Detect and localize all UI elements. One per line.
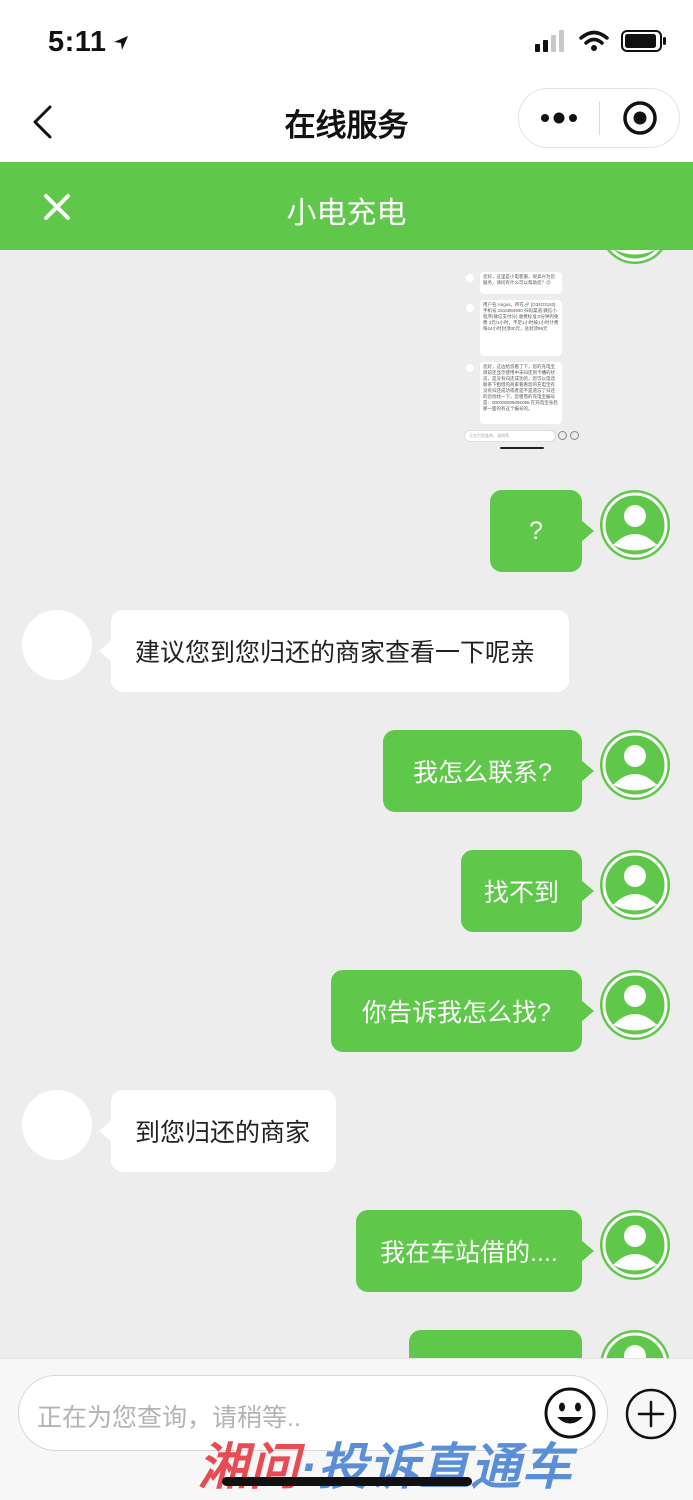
message-bubble-user[interactable]: 你告诉我怎么找? (331, 970, 594, 1052)
thumb-avatar (466, 304, 474, 312)
battery-icon (621, 30, 666, 52)
target-icon (622, 101, 657, 135)
thumb-greeting: 您好，这里是小电客服，很高兴为您服务，请问有什么可以帮助您？😊 (480, 272, 562, 294)
user-icon (602, 1212, 668, 1278)
wifi-icon (579, 30, 609, 51)
message-bubble-user[interactable]: ? (490, 490, 594, 572)
message-bubble-user[interactable] (409, 1330, 582, 1358)
image-message-screenshot[interactable]: 您好，这里是小电客服，很高兴为您服务，请问有什么可以帮助您？😊 用户名:Angu… (462, 250, 584, 454)
thumb-user-info: 用户名:Angus。所在🔗 [O34O3163] 手机号:1516884900 … (480, 300, 562, 356)
user-avatar (600, 1210, 670, 1280)
message-bubble-user[interactable]: 找不到 (461, 850, 594, 932)
chat-header: 小电充电 (0, 162, 693, 250)
chat-header-title: 小电充电 (286, 197, 407, 230)
user-icon (602, 492, 668, 558)
user-icon (602, 852, 668, 918)
thumb-home-indicator (500, 447, 544, 449)
more-dots-icon (541, 112, 577, 124)
user-avatar (600, 1330, 670, 1358)
user-avatar (600, 730, 670, 800)
status-time-text: 5:11 (48, 26, 107, 58)
status-bar: 5:11 (0, 0, 693, 82)
agent-avatar (22, 610, 92, 680)
watermark-part-b: ·投诉直通车 (300, 1439, 573, 1495)
chat-list[interactable]: 您好，这里是小电客服，很高兴为您服务，请问有什么可以帮助您？😊 用户名:Angu… (0, 250, 693, 1358)
thumb-emoji-icon (558, 431, 567, 440)
input-bar: 正在为您查询，请稍等.. 湘问·投诉直通车 (0, 1358, 693, 1500)
user-icon (602, 972, 668, 1038)
plus-icon (625, 1388, 677, 1440)
user-icon (610, 250, 660, 262)
message-bubble-agent[interactable]: 建议您到您归还的商家查看一下呢亲 (99, 610, 569, 692)
user-avatar (600, 490, 670, 560)
watermark-part-a: 湘问 (198, 1439, 300, 1495)
thumb-avatar (466, 364, 474, 372)
user-avatar (600, 250, 670, 264)
mini-program-capsule (518, 88, 680, 148)
home-indicator (222, 1477, 472, 1486)
user-avatar (600, 970, 670, 1040)
status-indicators (535, 30, 667, 52)
nav-bar: 在线服务 (0, 82, 693, 162)
signal-icon (535, 30, 564, 52)
user-avatar (600, 850, 670, 920)
more-button[interactable] (519, 89, 599, 147)
thumb-avatar (466, 274, 474, 282)
close-mini-program-button[interactable] (600, 89, 679, 147)
thumb-input: 正在为您查询，请稍等.. (464, 430, 556, 442)
user-icon (603, 1332, 667, 1358)
watermark: 湘问·投诉直通车 (198, 1427, 573, 1499)
thumb-reply: 您好，这边给您看了下，您的充电宝目前还显示使用中未归还到卡槽的状态，是没有归还成… (480, 362, 562, 424)
message-bubble-user[interactable]: 我在车站借的.... (356, 1210, 594, 1292)
message-bubble-user[interactable]: 我怎么联系? (383, 730, 594, 812)
user-icon (602, 732, 668, 798)
status-time: 5:11 (48, 26, 130, 59)
more-actions-button[interactable] (624, 1387, 678, 1441)
message-bubble-agent[interactable]: 到您归还的商家 (99, 1090, 336, 1172)
location-arrow-icon (114, 35, 129, 50)
agent-avatar (22, 1090, 92, 1160)
thumb-plus-icon (570, 431, 579, 440)
